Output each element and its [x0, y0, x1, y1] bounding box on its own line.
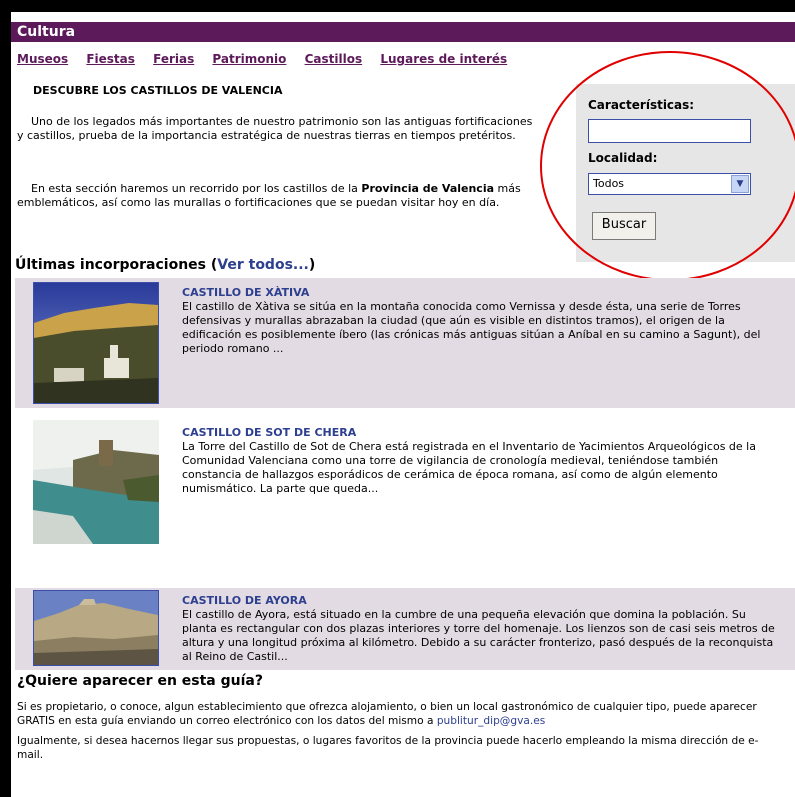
- item-title[interactable]: CASTILLO DE SOT DE CHERA: [182, 426, 356, 439]
- email-link[interactable]: publitur_dip@gva.es: [437, 715, 545, 727]
- localidad-select[interactable]: Todos ▼: [588, 173, 751, 195]
- list-item: CASTILLO DE AYORA El castillo de Ayora, …: [15, 588, 795, 670]
- caracteristicas-input[interactable]: [588, 119, 751, 143]
- item-title[interactable]: CASTILLO DE XÀTIVA: [182, 286, 309, 299]
- guide-heading: ¿Quiere aparecer en esta guía?: [17, 673, 263, 689]
- list-item: CASTILLO DE SOT DE CHERA La Torre del Ca…: [15, 412, 795, 588]
- item-title[interactable]: CASTILLO DE AYORA: [182, 594, 307, 607]
- localidad-value: Todos: [593, 177, 625, 190]
- guide-paragraph-2: Igualmente, si desea hacernos llegar sus…: [17, 735, 759, 761]
- intro-p2-bold: Provincia de Valencia: [361, 182, 495, 195]
- localidad-label: Localidad:: [588, 151, 658, 165]
- search-panel: Características: Localidad: Todos ▼ Busc…: [576, 84, 795, 262]
- castle-xativa-image[interactable]: [33, 282, 159, 404]
- guide-paragraph-1: Si es propietario, o conoce, algun estab…: [17, 700, 777, 728]
- latest-heading: Últimas incorporaciones (Ver todos...): [15, 257, 316, 273]
- intro-paragraph-2: En esta sección haremos un recorrido por…: [17, 182, 537, 210]
- nav-fiestas[interactable]: Fiestas: [86, 52, 135, 66]
- item-description: La Torre del Castillo de Sot de Chera es…: [182, 440, 756, 495]
- section-title: Cultura: [17, 24, 76, 40]
- ver-todos-link[interactable]: Ver todos...: [217, 257, 309, 273]
- nav-patrimonio[interactable]: Patrimonio: [212, 52, 286, 66]
- intro-p2-text: En esta sección haremos un recorrido por…: [31, 182, 362, 195]
- castle-ayora-image[interactable]: [33, 590, 159, 666]
- castle-sot-de-chera-image[interactable]: [33, 420, 159, 544]
- intro-paragraph-1: Uno de los legados más importantes de nu…: [17, 115, 533, 142]
- nav-museos[interactable]: Museos: [17, 52, 68, 66]
- list-item: CASTILLO DE XÀTIVA El castillo de Xàtiva…: [15, 278, 795, 408]
- page: Cultura Museos Fiestas Ferias Patrimonio…: [11, 12, 795, 797]
- caracteristicas-label: Características:: [588, 98, 695, 112]
- nav-ferias[interactable]: Ferias: [153, 52, 194, 66]
- category-nav: Museos Fiestas Ferias Patrimonio Castill…: [17, 52, 521, 66]
- latest-title-text: Últimas incorporaciones: [15, 257, 206, 273]
- nav-castillos[interactable]: Castillos: [305, 52, 363, 66]
- intro-title: DESCUBRE LOS CASTILLOS DE VALENCIA: [33, 84, 283, 97]
- chevron-down-icon[interactable]: ▼: [731, 175, 749, 193]
- item-description: El castillo de Ayora, está situado en la…: [182, 608, 775, 663]
- section-header: Cultura: [11, 22, 795, 42]
- item-description: El castillo de Xàtiva se sitúa en la mon…: [182, 300, 761, 355]
- guide-p1-text: Si es propietario, o conoce, algun estab…: [17, 701, 757, 727]
- nav-lugares[interactable]: Lugares de interés: [380, 52, 507, 66]
- search-button[interactable]: Buscar: [592, 212, 656, 240]
